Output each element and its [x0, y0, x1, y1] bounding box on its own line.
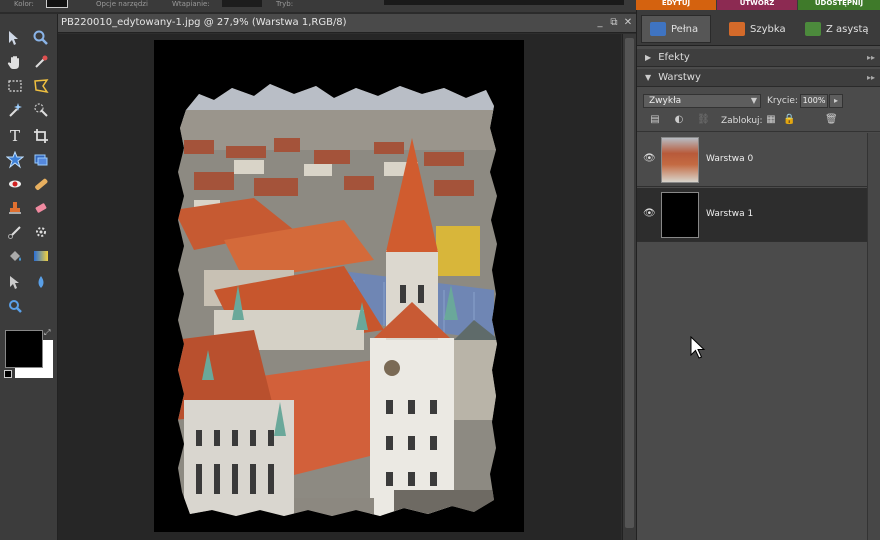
zoom-tool-icon[interactable]: [30, 28, 52, 48]
smart-brush-tool-icon[interactable]: [30, 222, 52, 242]
default-colors-icon[interactable]: [4, 370, 12, 378]
trash-icon[interactable]: 🗑: [825, 114, 838, 126]
blend-mode-select[interactable]: Zwykła ▼: [643, 94, 761, 108]
panel-bin: Pełna Szybka Z asystą ▶ Efekty ▸▸ ▼ Wars…: [636, 10, 880, 540]
tab-edytuj[interactable]: EDYTUJ: [636, 0, 716, 10]
quick-selection-tool-icon[interactable]: [30, 100, 52, 120]
blend-mode-value: Zwykła: [649, 96, 682, 106]
layer-thumbnail: [661, 137, 699, 183]
document-title: PB220010_edytowany-1.jpg @ 27,9% (Warstw…: [61, 17, 347, 28]
straighten-tool-icon[interactable]: [30, 150, 52, 170]
tab-utworz[interactable]: UTWÓRZ: [717, 0, 797, 10]
opacity-label: Krycie:: [767, 96, 798, 106]
options-slider-track: [384, 0, 624, 5]
crop-tool-icon[interactable]: [30, 126, 52, 146]
link-layers-icon[interactable]: ⛓: [697, 114, 710, 126]
paint-bucket-tool-icon[interactable]: [4, 246, 26, 266]
restore-icon[interactable]: ⧉: [608, 17, 620, 29]
options-color-swatch[interactable]: [46, 0, 68, 8]
eraser-tool-icon[interactable]: [30, 198, 52, 218]
canvas-area[interactable]: [58, 34, 621, 540]
options-color-label: Kolor:: [14, 0, 34, 8]
gradient-tool-icon[interactable]: [30, 246, 52, 266]
opacity-input[interactable]: 100%: [800, 94, 828, 108]
feather-field[interactable]: [222, 0, 262, 7]
full-edit-icon: [650, 22, 666, 36]
custom-shape-tool-icon[interactable]: [4, 272, 26, 292]
lasso-tool-icon[interactable]: [30, 76, 52, 96]
document-window: PB220010_edytowany-1.jpg @ 27,9% (Warstw…: [58, 14, 636, 540]
scrollbar-thumb[interactable]: [625, 38, 634, 528]
hand-tool-icon[interactable]: [4, 52, 26, 72]
tab-szybka[interactable]: Szybka: [721, 15, 791, 43]
layer-row[interactable]: 👁 Warstwa 0: [637, 133, 867, 187]
sponge-tool-icon[interactable]: [4, 296, 26, 316]
layers-toolbar: Zwykła ▼ Krycie: 100% ▸ ▤ ◐ ⛓ Zablokuj: …: [637, 88, 880, 132]
tab-z-asysta[interactable]: Z asystą: [797, 15, 879, 43]
foreground-color-swatch[interactable]: [5, 330, 43, 368]
layer-thumbnail: [661, 192, 699, 238]
clone-stamp-tool-icon[interactable]: [4, 198, 26, 218]
vertical-scrollbar[interactable]: [622, 34, 636, 540]
collapse-right-icon: ▶: [645, 53, 652, 62]
tool-options-label: Opcje narzędzi: [96, 0, 148, 8]
panel-menu-icon[interactable]: ▸▸: [867, 49, 875, 67]
new-layer-icon[interactable]: ▤: [649, 114, 661, 126]
panel-menu-icon[interactable]: ▸▸: [867, 69, 875, 87]
guided-edit-icon: [805, 22, 821, 36]
mouse-cursor-icon: [690, 336, 706, 359]
effects-panel-title: Efekty: [658, 52, 690, 63]
healing-brush-tool-icon[interactable]: [30, 174, 52, 194]
effects-panel-header[interactable]: ▶ Efekty ▸▸: [637, 49, 880, 67]
eye-icon[interactable]: 👁: [643, 208, 656, 220]
layers-panel-title: Warstwy: [658, 72, 701, 83]
lock-all-icon[interactable]: 🔒: [783, 114, 795, 126]
minimize-icon[interactable]: _: [594, 17, 606, 29]
layers-list-empty-area[interactable]: [637, 243, 867, 540]
lock-transparency-icon[interactable]: ▦: [765, 114, 777, 126]
red-eye-tool-icon[interactable]: [4, 174, 26, 194]
tab-udostepnij[interactable]: UDOSTĘPNIJ: [798, 0, 880, 10]
quick-edit-icon: [729, 22, 745, 36]
close-icon[interactable]: ✕: [622, 17, 634, 29]
layers-panel-header[interactable]: ▼ Warstwy ▸▸: [637, 69, 880, 87]
swap-colors-icon[interactable]: ⤢: [44, 328, 50, 338]
layer-name: Warstwa 1: [706, 209, 754, 219]
feather-label: Wtapianie:: [172, 0, 210, 8]
tab-pelna-label: Pełna: [671, 23, 699, 35]
layer-row[interactable]: 👁 Warstwa 1: [637, 188, 867, 242]
city-photo: [178, 84, 497, 516]
brush-tool-icon[interactable]: [4, 222, 26, 242]
eyedropper-tool-icon[interactable]: [30, 52, 52, 72]
move-tool-icon[interactable]: [4, 28, 26, 48]
tab-z-asysta-label: Z asystą: [826, 23, 869, 35]
opacity-dropdown-icon[interactable]: ▸: [829, 94, 843, 108]
mode-label: Tryb:: [276, 0, 294, 8]
layer-name: Warstwa 0: [706, 154, 754, 164]
document-title-bar[interactable]: PB220010_edytowany-1.jpg @ 27,9% (Warstw…: [58, 14, 636, 33]
layers-scrollbar[interactable]: [867, 133, 880, 540]
collapse-down-icon: ▼: [645, 73, 652, 82]
tab-szybka-label: Szybka: [750, 23, 786, 35]
magic-wand-tool-icon[interactable]: [4, 100, 26, 120]
blur-tool-icon[interactable]: [30, 272, 52, 292]
tab-pelna[interactable]: Pełna: [641, 15, 711, 43]
adjustment-layer-icon[interactable]: ◐: [673, 114, 685, 126]
marquee-tool-icon[interactable]: [4, 76, 26, 96]
type-tool-icon[interactable]: T: [4, 126, 26, 146]
mode-tabs: EDYTUJ UTWÓRZ UDOSTĘPNIJ: [636, 0, 880, 10]
chevron-down-icon: ▼: [750, 96, 757, 105]
eye-icon[interactable]: 👁: [643, 153, 656, 165]
toolbox: T ⤢: [0, 14, 58, 540]
edit-mode-tabs: Pełna Szybka Z asystą: [637, 10, 880, 46]
lock-label: Zablokuj:: [721, 116, 763, 126]
cookie-cutter-tool-icon[interactable]: [4, 150, 26, 170]
document-image[interactable]: [154, 40, 524, 532]
